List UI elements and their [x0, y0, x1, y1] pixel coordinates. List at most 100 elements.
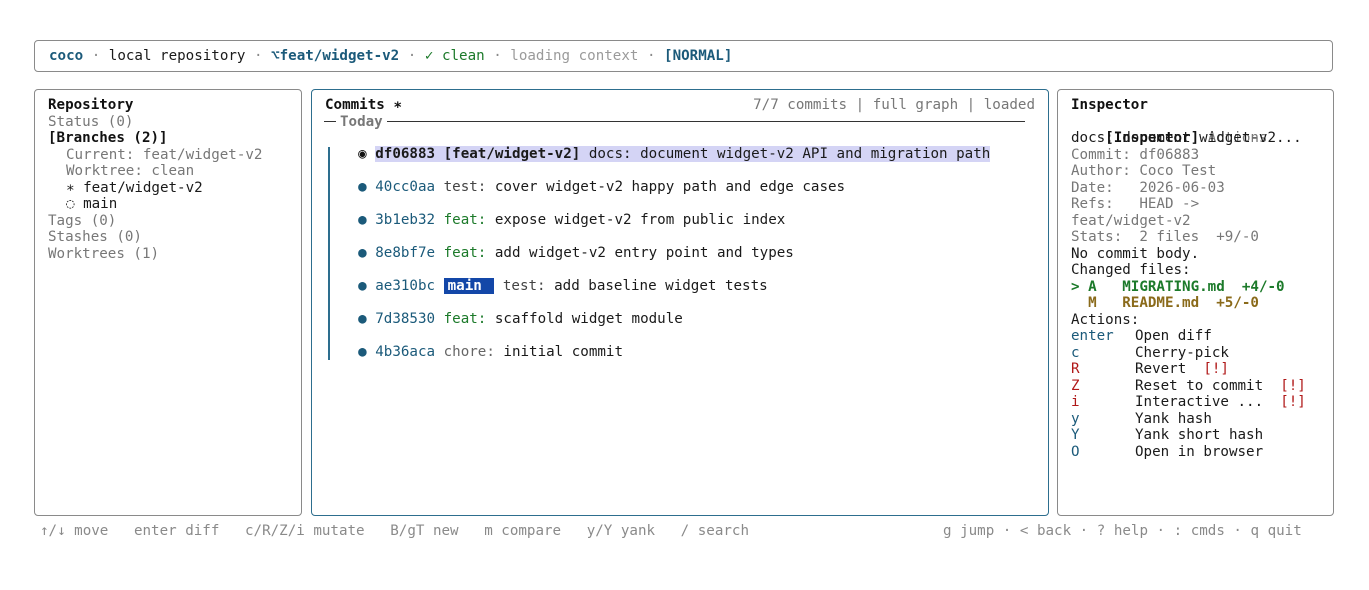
- file-name: MIGRATING.md: [1122, 278, 1225, 295]
- today-group-label: Today: [336, 114, 387, 130]
- commit-row[interactable]: ● 8e8bf7e feat: add widget-v2 entry poin…: [324, 229, 794, 261]
- action-key: R: [1071, 361, 1080, 377]
- mode-indicator: [NORMAL]: [664, 48, 733, 64]
- commit-kind: feat:: [443, 311, 487, 327]
- commit-message: add widget-v2 entry point and types: [494, 245, 794, 261]
- commits-title: Commits ∗: [325, 97, 402, 113]
- commit-ref: [feat/widget-v2]: [443, 146, 581, 162]
- status-bar: coco · local repository · ⌥ feat/widget-…: [34, 40, 1333, 72]
- action-interactive[interactable]: i Interactive ... [!]: [1071, 394, 1306, 410]
- tags-section[interactable]: Tags (0): [48, 213, 116, 229]
- worktrees-section[interactable]: Worktrees (1): [48, 246, 159, 262]
- clean-status: ✓ clean: [424, 48, 485, 64]
- branch-badge-label: main: [447, 278, 482, 294]
- status-section[interactable]: Status (0): [48, 114, 133, 130]
- action-yank-short-hash[interactable]: Y Yank short hash: [1071, 427, 1263, 443]
- selection-marker-icon: [1071, 295, 1080, 311]
- commit-node-icon: ●: [358, 344, 367, 360]
- commit-row[interactable]: ● 3b1eb32 feat: expose widget-v2 from pu…: [324, 196, 785, 228]
- commit-refs: Refs: HEAD ->: [1071, 196, 1200, 212]
- commit-node-icon: ●: [358, 278, 367, 294]
- commit-message: cover widget-v2 happy path and edge case…: [494, 179, 846, 195]
- action-key: enter: [1071, 328, 1114, 344]
- action-open-browser[interactable]: O Open in browser: [1071, 444, 1263, 460]
- action-open-diff[interactable]: enter Open diff: [1071, 328, 1212, 344]
- inspector-tabs: [Inspector] Actions: [1071, 114, 1267, 146]
- action-reset[interactable]: Z Reset to commit [!]: [1071, 378, 1306, 394]
- commit-author: Author: Coco Test: [1071, 163, 1217, 179]
- hint-new: B/gT new: [390, 523, 459, 539]
- action-yank-hash[interactable]: y Yank hash: [1071, 411, 1212, 427]
- commit-id: Commit: df06883: [1071, 146, 1200, 163]
- branches-section[interactable]: [Branches (2)]: [48, 130, 168, 146]
- hint-mutate: c/R/Z/i mutate: [245, 523, 365, 539]
- commit-row[interactable]: ● 4b36aca chore: initial commit: [324, 328, 623, 360]
- branch-item-main[interactable]: ◌ main: [66, 196, 117, 212]
- action-revert[interactable]: R Revert [!]: [1071, 361, 1229, 377]
- commit-kind: test:: [443, 179, 487, 195]
- warning-badge: [!]: [1280, 394, 1306, 410]
- hint-compare: m compare: [484, 523, 562, 539]
- worktree-info: Worktree: clean: [66, 163, 195, 179]
- commit-hash: 40cc0aa: [375, 179, 436, 195]
- branch-icon: ⌥: [271, 48, 280, 64]
- branch-badge-main[interactable]: main: [443, 278, 495, 294]
- app-name: coco: [49, 48, 84, 64]
- action-key: i: [1071, 394, 1080, 410]
- commit-hash: 3b1eb32: [375, 212, 436, 228]
- action-label: Cherry-pick: [1135, 344, 1229, 361]
- commit-node-icon: ●: [358, 212, 367, 228]
- action-label: Reset to commit: [1135, 377, 1264, 394]
- current-branch-info: Current: feat/widget-v2: [66, 146, 263, 163]
- commit-kind: test:: [502, 278, 546, 294]
- changed-file-row[interactable]: M README.md +5/-0: [1071, 295, 1259, 311]
- commit-message: docs: document widget-v2 API and migrati…: [588, 146, 991, 162]
- commit-row[interactable]: ● ae310bc main test: add baseline widget…: [324, 262, 768, 294]
- branch-item-feat-widget-v2[interactable]: ∗ feat/widget-v2: [66, 180, 203, 196]
- action-key: O: [1071, 443, 1080, 460]
- action-label: Interactive ...: [1135, 394, 1264, 410]
- global-hints: g jump · < back · ? help · : cmds · q qu…: [943, 523, 1302, 539]
- action-key: Z: [1071, 377, 1080, 394]
- stashes-section[interactable]: Stashes (0): [48, 229, 142, 245]
- action-cherry-pick[interactable]: c Cherry-pick: [1071, 345, 1229, 361]
- commits-summary: 7/7 commits | full graph | loaded: [753, 97, 1035, 113]
- commit-message: add baseline widget tests: [554, 278, 768, 294]
- action-key: c: [1071, 344, 1080, 361]
- changed-files-title: Changed files:: [1071, 262, 1191, 278]
- action-label: Yank short hash: [1135, 427, 1264, 443]
- hint-search: / search: [680, 523, 750, 539]
- commit-row[interactable]: ● 40cc0aa test: cover widget-v2 happy pa…: [324, 163, 845, 195]
- commit-hash: 4b36aca: [375, 344, 436, 360]
- commit-subject: docs: document widget-v2...: [1071, 130, 1302, 146]
- repository-panel[interactable]: Repository Status (0) [Branches (2)] Cur…: [34, 89, 302, 516]
- commit-hash: 7d38530: [375, 311, 436, 327]
- commit-kind: feat:: [443, 212, 487, 228]
- commit-node-icon: ●: [358, 311, 367, 327]
- action-key: y: [1071, 410, 1080, 427]
- commit-body: No commit body.: [1071, 245, 1200, 262]
- changed-file-row[interactable]: > A MIGRATING.md +4/-0: [1071, 279, 1285, 295]
- hint-yank: y/Y yank: [586, 523, 656, 539]
- commit-hash: ae310bc: [375, 278, 436, 294]
- inspector-panel[interactable]: Inspector [Inspector] Actions docs: docu…: [1057, 89, 1334, 516]
- commit-message: initial commit: [503, 344, 623, 360]
- action-label: Yank hash: [1135, 410, 1212, 427]
- repository-title: Repository: [48, 97, 134, 113]
- commit-stats: Stats: 2 files +9/-0: [1071, 229, 1259, 245]
- keybinding-hints: ↑/↓ move enter diff c/R/Z/i mutate B/gT …: [40, 523, 749, 539]
- actions-title: Actions:: [1071, 311, 1140, 328]
- file-status: A: [1088, 278, 1097, 295]
- commit-row[interactable]: ● 7d38530 feat: scaffold widget module: [324, 295, 683, 327]
- action-key: Y: [1071, 427, 1080, 443]
- commit-node-icon: ◉: [358, 146, 367, 162]
- commit-row[interactable]: ◉ df06883 [feat/widget-v2] docs: documen…: [324, 130, 991, 162]
- commit-kind: feat:: [443, 245, 487, 261]
- inspector-title: Inspector: [1071, 97, 1148, 113]
- today-divider: [324, 121, 1025, 122]
- selection-marker-icon: >: [1071, 278, 1080, 295]
- commits-panel[interactable]: Commits ∗ 7/7 commits | full graph | loa…: [311, 89, 1049, 516]
- warning-badge: [!]: [1203, 361, 1229, 377]
- current-branch: feat/widget-v2: [279, 48, 400, 64]
- action-label: Open in browser: [1135, 443, 1264, 460]
